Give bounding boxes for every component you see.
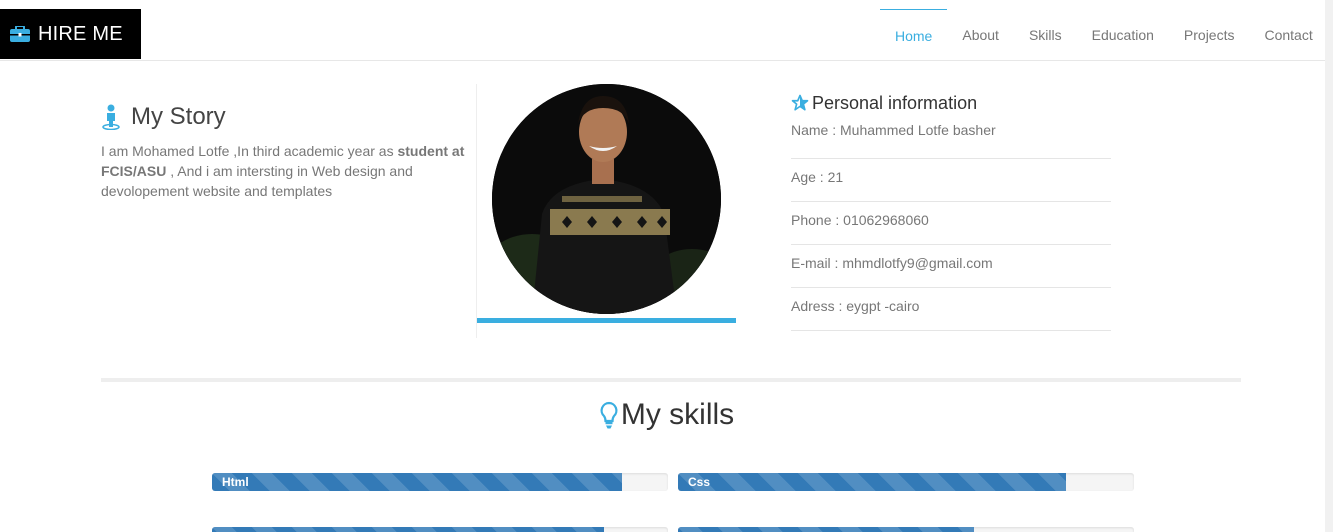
skill-bar-4	[678, 527, 1134, 532]
nav-home-label: Home	[895, 28, 933, 44]
photo-accent-bar	[477, 318, 736, 323]
nav-skills[interactable]: Skills	[1014, 9, 1077, 60]
nav-education-label: Education	[1091, 26, 1154, 43]
info-row-address: Adress : eygpt -cairo	[791, 288, 1111, 331]
story-heading: My Story	[101, 100, 466, 134]
nav-contact[interactable]: Contact	[1249, 9, 1327, 60]
skills-title: My skills	[620, 398, 735, 431]
info-row-phone: Phone : 01062968060	[791, 202, 1111, 245]
skill-label-css: Css	[688, 475, 711, 489]
info-row-age: Age : 21	[791, 159, 1111, 202]
star-icon	[791, 94, 809, 112]
person-icon	[101, 104, 121, 131]
story-section: My Story I am Mohamed Lotfe ,In third ac…	[101, 100, 466, 201]
info-row-name: Name : Muhammed Lotfe basher	[791, 116, 1111, 159]
profile-photo	[492, 84, 721, 314]
story-text-part: I am Mohamed Lotfe ,In third academic ye…	[101, 143, 398, 159]
briefcase-icon	[10, 25, 30, 42]
skill-bar-fill: Html	[212, 473, 623, 491]
skill-bar-fill	[678, 527, 975, 532]
personal-info-title: Personal information	[812, 92, 978, 113]
personal-info-heading: Personal information	[791, 90, 1111, 116]
skill-bar-fill	[212, 527, 605, 532]
nav-contact-label: Contact	[1264, 26, 1313, 43]
main-nav: Home About Skills Education Projects Con…	[880, 9, 1328, 60]
personal-info-section: Personal information Name : Muhammed Lot…	[791, 90, 1111, 331]
nav-home[interactable]: Home	[880, 9, 948, 60]
nav-about-label: About	[962, 26, 999, 43]
brand-label: HIRE ME	[38, 22, 123, 45]
skill-bar-3	[212, 527, 668, 532]
nav-about[interactable]: About	[947, 9, 1014, 60]
lightbulb-icon	[599, 401, 619, 429]
section-divider	[101, 378, 1241, 382]
skill-bar-css: Css	[678, 473, 1134, 491]
nav-education[interactable]: Education	[1077, 9, 1169, 60]
brand-button[interactable]: HIRE ME	[0, 9, 141, 59]
skill-bar-html: Html	[212, 473, 668, 491]
navbar: HIRE ME Home About Skills Education Proj…	[0, 0, 1333, 61]
nav-projects[interactable]: Projects	[1169, 9, 1250, 60]
column-divider	[476, 84, 477, 338]
nav-skills-label: Skills	[1028, 26, 1062, 43]
info-row-email: E-mail : mhmdlotfy9@gmail.com	[791, 245, 1111, 288]
page-scrollbar[interactable]	[1325, 0, 1333, 532]
story-title: My Story	[131, 103, 226, 130]
story-text: I am Mohamed Lotfe ,In third academic ye…	[101, 141, 466, 201]
skill-bar-fill: Css	[678, 473, 1066, 491]
skills-heading: My skills	[0, 398, 1333, 432]
skill-label-html: Html	[222, 475, 249, 489]
nav-projects-label: Projects	[1183, 26, 1235, 43]
